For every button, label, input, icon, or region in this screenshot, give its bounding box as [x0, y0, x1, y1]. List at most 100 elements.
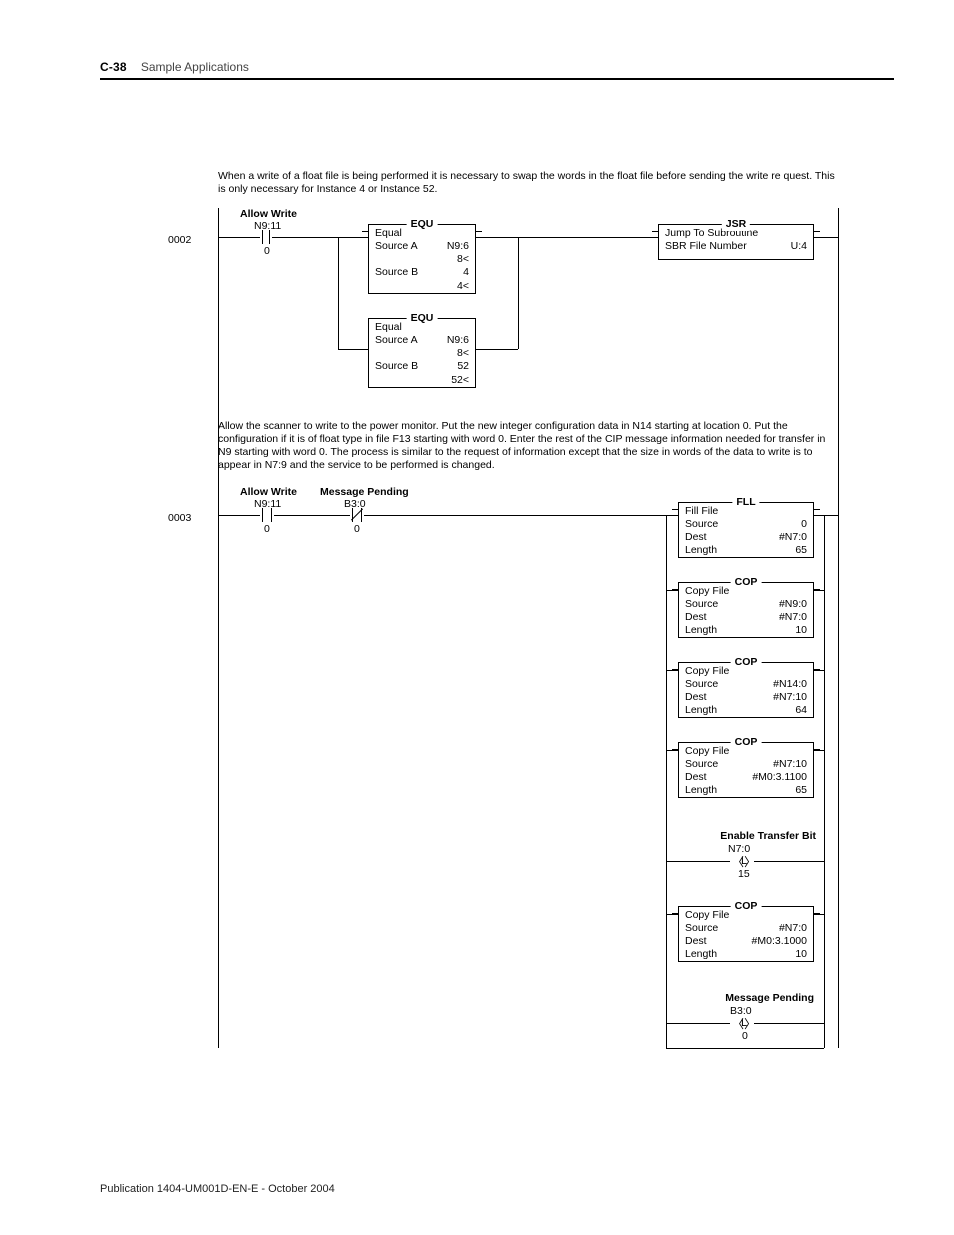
- instr-name: Copy File: [685, 909, 729, 922]
- sub: 4<: [375, 280, 469, 293]
- lbl: Source: [685, 678, 718, 691]
- mnemonic: COP: [731, 576, 762, 589]
- val: #M0:3.1100: [752, 771, 807, 784]
- val: 52: [457, 360, 469, 373]
- equ-block-2: EQU Equal Source AN9:6 8< Source B52 52<: [368, 318, 476, 388]
- wire: [476, 237, 518, 238]
- wire: [338, 237, 368, 238]
- wire: [666, 590, 678, 591]
- val: #N14:0: [773, 678, 807, 691]
- mnemonic: EQU: [407, 312, 438, 325]
- mnemonic: COP: [731, 900, 762, 913]
- mnemonic: JSR: [722, 218, 750, 231]
- output-branch-in: [666, 515, 667, 1048]
- instr-name: Copy File: [685, 665, 729, 678]
- lbl: Length: [685, 624, 717, 637]
- rung2-note: When a write of a float file is being pe…: [218, 170, 838, 196]
- mnemonic: FLL: [732, 496, 759, 509]
- instr-name: Copy File: [685, 585, 729, 598]
- wire: [814, 590, 824, 591]
- contact-bit: 0: [264, 245, 270, 258]
- otl-coil: L: [741, 856, 747, 867]
- lbl: Length: [685, 544, 717, 557]
- wire: [666, 1048, 824, 1049]
- wire: [814, 750, 824, 751]
- instr-name: Copy File: [685, 745, 729, 758]
- val: #N7:10: [773, 691, 807, 704]
- cop-block-4: COP Copy File Source#N7:0 Dest#M0:3.1000…: [678, 906, 814, 962]
- lbl: Source A: [375, 240, 418, 253]
- lbl: Dest: [685, 691, 707, 704]
- rung-number: 0003: [168, 512, 191, 525]
- wire: [666, 515, 678, 516]
- equ-block-1: EQU Equal Source AN9:6 8< Source B4 4<: [368, 224, 476, 294]
- mnemonic: COP: [731, 656, 762, 669]
- branch-out: [518, 237, 519, 349]
- lbl: Dest: [685, 611, 707, 624]
- val: #N9:0: [779, 598, 807, 611]
- val: #N7:0: [779, 531, 807, 544]
- rung3-note: Allow the scanner to write to the power …: [218, 420, 838, 473]
- wire: [666, 914, 678, 915]
- branch-in: [338, 237, 339, 349]
- xio-contact: [350, 508, 364, 522]
- coil-letter: L: [741, 855, 747, 867]
- lbl: Source: [685, 758, 718, 771]
- val: 65: [795, 544, 807, 557]
- lbl: Source: [685, 922, 718, 935]
- val: 65: [795, 784, 807, 797]
- wire: [814, 515, 824, 516]
- mnemonic: COP: [731, 736, 762, 749]
- wire: [814, 237, 838, 238]
- rung-number: 0002: [168, 234, 191, 247]
- coil-label: Message Pending: [704, 992, 814, 1005]
- coil-bit: 15: [738, 868, 750, 881]
- wire: [272, 237, 338, 238]
- instr-name: Equal: [375, 227, 402, 240]
- wire: [666, 861, 730, 862]
- sub: 8<: [375, 253, 469, 266]
- output-branch-out: [824, 515, 825, 1048]
- coil-label: Enable Transfer Bit: [696, 830, 816, 843]
- wire: [518, 237, 658, 238]
- cop-block-2: COP Copy File Source#N14:0 Dest#N7:10 Le…: [678, 662, 814, 718]
- wire: [476, 349, 518, 350]
- val: 4: [463, 266, 469, 279]
- jsr-block: JSR Jump To Subroutine SBR File NumberU:…: [658, 224, 814, 260]
- wire: [364, 515, 666, 516]
- val: 10: [795, 948, 807, 961]
- val: 0: [801, 518, 807, 531]
- section-title: Sample Applications: [141, 60, 249, 74]
- page-number: C-38: [100, 60, 127, 74]
- left-rail: [218, 208, 219, 1048]
- instr-name: Equal: [375, 321, 402, 334]
- coil-bit: 0: [742, 1030, 748, 1043]
- val: #N7:0: [779, 611, 807, 624]
- wire: [666, 1023, 730, 1024]
- lbl: Source B: [375, 266, 418, 279]
- cop-block-1: COP Copy File Source#N9:0 Dest#N7:0 Leng…: [678, 582, 814, 638]
- lbl: Source: [685, 598, 718, 611]
- val: #N7:10: [773, 758, 807, 771]
- right-rail: [838, 208, 839, 1048]
- wire: [218, 515, 260, 516]
- contact-bit: 0: [354, 523, 360, 536]
- lbl: Source: [685, 518, 718, 531]
- val: U:4: [791, 240, 807, 253]
- lbl: Dest: [685, 531, 707, 544]
- sub: 8<: [375, 347, 469, 360]
- page-header: C-38 Sample Applications: [100, 60, 894, 74]
- wire: [666, 670, 678, 671]
- lbl: Length: [685, 948, 717, 961]
- sub: 52<: [375, 374, 469, 387]
- val: 64: [795, 704, 807, 717]
- lbl: SBR File Number: [665, 240, 747, 253]
- contact-bit: 0: [264, 523, 270, 536]
- val: N9:6: [447, 240, 469, 253]
- mnemonic: EQU: [407, 218, 438, 231]
- wire: [274, 515, 350, 516]
- lbl: Dest: [685, 771, 707, 784]
- wire: [666, 750, 678, 751]
- lbl: Source B: [375, 360, 418, 373]
- val: #N7:0: [779, 922, 807, 935]
